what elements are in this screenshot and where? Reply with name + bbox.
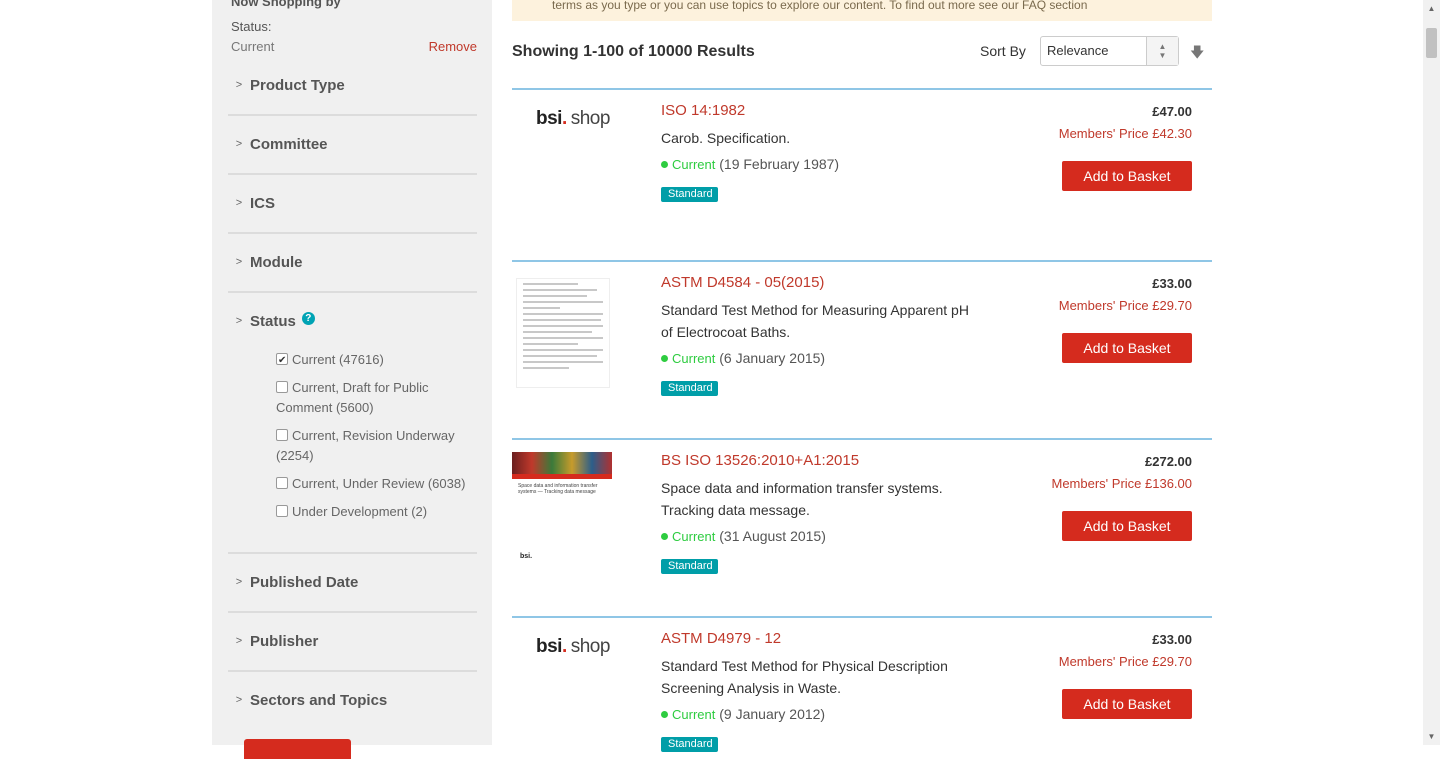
sort-by-label: Sort By (980, 43, 1026, 59)
result-member-price: Members' Price £42.30 (1058, 126, 1192, 141)
facet-title: Product Type (250, 76, 345, 94)
now-shopping-by-title: Now Shopping by (231, 0, 341, 9)
status-dot-icon (661, 533, 668, 540)
result-code-link[interactable]: BS ISO 13526:2010+A1:2015 (661, 452, 859, 469)
scroll-up-arrow-icon[interactable]: ▲ (1423, 0, 1440, 17)
checkbox-icon[interactable] (276, 477, 288, 489)
cover-title: Space data and information transfer syst… (518, 483, 598, 495)
result-status: Current (19 February 1987) (661, 156, 839, 172)
result-title: Carob. Specification. (661, 130, 791, 146)
result-code-link[interactable]: ISO 14:1982 (661, 102, 745, 119)
facet-module[interactable]: > Module (228, 233, 477, 293)
result-title: Standard Test Method for Measuring Appar… (661, 302, 969, 340)
result-status: Current (31 August 2015) (661, 528, 826, 544)
sort-select[interactable]: Relevance ▲ ▼ (1040, 36, 1179, 66)
result-price: £47.00 (1152, 104, 1192, 119)
sort-direction-icon[interactable]: 🡇 (1190, 42, 1204, 66)
chevron-right-icon: > (235, 256, 243, 268)
result-title: Standard Test Method for Physical Descri… (661, 658, 948, 696)
chevron-right-icon: > (235, 138, 243, 150)
status-option-development[interactable]: Under Development (2) (276, 502, 476, 522)
status-option-draft[interactable]: Current, Draft for Public Comment (5600) (276, 378, 476, 418)
active-filter-label: Status: (231, 19, 272, 34)
facet-published-date[interactable]: > Published Date (228, 553, 477, 613)
help-icon[interactable]: ? (301, 311, 315, 325)
result-price: £272.00 (1145, 454, 1192, 469)
result-type-badge: Standard (661, 559, 718, 574)
facet-committee[interactable]: > Committee (228, 115, 477, 175)
chevron-right-icon: > (235, 79, 243, 91)
status-dot-icon (661, 161, 668, 168)
scrollbar-thumb[interactable] (1426, 28, 1437, 58)
facet-title: Committee (250, 135, 328, 153)
add-to-basket-button[interactable]: Add to Basket (1062, 511, 1192, 541)
chevron-right-icon: > (235, 635, 243, 647)
result-price: £33.00 (1152, 276, 1192, 291)
result-price: £33.00 (1152, 632, 1192, 647)
bsi-cover-thumbnail[interactable]: Space data and information transfer syst… (512, 452, 612, 568)
facet-title: Publisher (250, 632, 319, 650)
result-member-price: Members' Price £29.70 (1058, 654, 1192, 669)
status-option-revision[interactable]: Current, Revision Underway (2254) (276, 426, 476, 466)
result-status: Current (9 January 2012) (661, 706, 825, 722)
facet-status-header[interactable]: > Status? (228, 292, 477, 350)
checkbox-icon[interactable] (276, 429, 288, 441)
remove-filter-link[interactable]: Remove (429, 39, 477, 54)
facet-publisher[interactable]: > Publisher (228, 612, 477, 672)
result-status: Current (6 January 2015) (661, 350, 825, 366)
add-to-basket-button[interactable]: Add to Basket (1062, 689, 1192, 719)
result-item: Space data and information transfer syst… (512, 438, 1212, 616)
chevron-right-icon: > (235, 315, 243, 327)
sidebar-action-button[interactable] (244, 739, 351, 759)
add-to-basket-button[interactable]: Add to Basket (1062, 333, 1192, 363)
results-count: Showing 1-100 of 10000 Results (512, 43, 755, 60)
active-filter-value: Current (231, 39, 275, 54)
result-item: bsi. shop ISO 14:1982 Carob. Specificatio… (512, 88, 1212, 260)
bsi-shop-logo: bsi. shop (536, 108, 610, 129)
checkbox-checked-icon[interactable] (276, 351, 288, 371)
chevron-right-icon: > (235, 197, 243, 209)
result-code-link[interactable]: ASTM D4584 - 05(2015) (661, 274, 824, 291)
status-option-review[interactable]: Current, Under Review (6038) (276, 474, 476, 494)
add-to-basket-button[interactable]: Add to Basket (1062, 161, 1192, 191)
sort-select-value: Relevance (1047, 43, 1109, 58)
result-type-badge: Standard (661, 187, 718, 202)
filter-sidebar: Now Shopping by Status: Current Remove >… (212, 0, 492, 759)
result-title: Space data and information transfer syst… (661, 480, 943, 518)
chevron-right-icon: > (235, 576, 243, 588)
facet-title: ICS (250, 194, 276, 212)
results-panel: terms as you type or you can use topics … (512, 0, 1212, 752)
result-member-price: Members' Price £29.70 (1058, 298, 1192, 313)
status-option-current[interactable]: Current (47616) (276, 350, 476, 371)
updown-arrows-icon: ▲ ▼ (1146, 37, 1178, 65)
chevron-right-icon: > (235, 694, 243, 706)
facet-title: Module (250, 253, 303, 271)
vertical-scrollbar[interactable]: ▲ ▼ (1423, 0, 1440, 745)
scroll-down-arrow-icon[interactable]: ▼ (1423, 728, 1440, 745)
checkbox-icon[interactable] (276, 505, 288, 517)
result-member-price: Members' Price £136.00 (1051, 476, 1193, 491)
result-item: bsi. shop ASTM D4979 - 12 Standard Test M… (512, 616, 1212, 756)
facet-ics[interactable]: > ICS (228, 174, 477, 234)
result-item: ASTM D4584 - 05(2015) Standard Test Meth… (512, 260, 1212, 438)
checkbox-icon[interactable] (276, 381, 288, 393)
result-code-link[interactable]: ASTM D4979 - 12 (661, 630, 781, 647)
facet-sectors-topics[interactable]: > Sectors and Topics (228, 671, 477, 729)
facet-title: Sectors and Topics (250, 691, 388, 709)
search-notice: terms as you type or you can use topics … (512, 0, 1212, 21)
facet-title: Status (250, 312, 296, 330)
bsi-logo: bsi. (520, 553, 533, 560)
document-preview-thumbnail[interactable] (516, 278, 610, 388)
facet-title: Published Date (250, 573, 359, 591)
result-type-badge: Standard (661, 381, 718, 396)
status-dot-icon (661, 711, 668, 718)
bsi-shop-logo: bsi. shop (536, 636, 610, 657)
facet-product-type[interactable]: > Product Type (228, 56, 477, 116)
status-dot-icon (661, 355, 668, 362)
